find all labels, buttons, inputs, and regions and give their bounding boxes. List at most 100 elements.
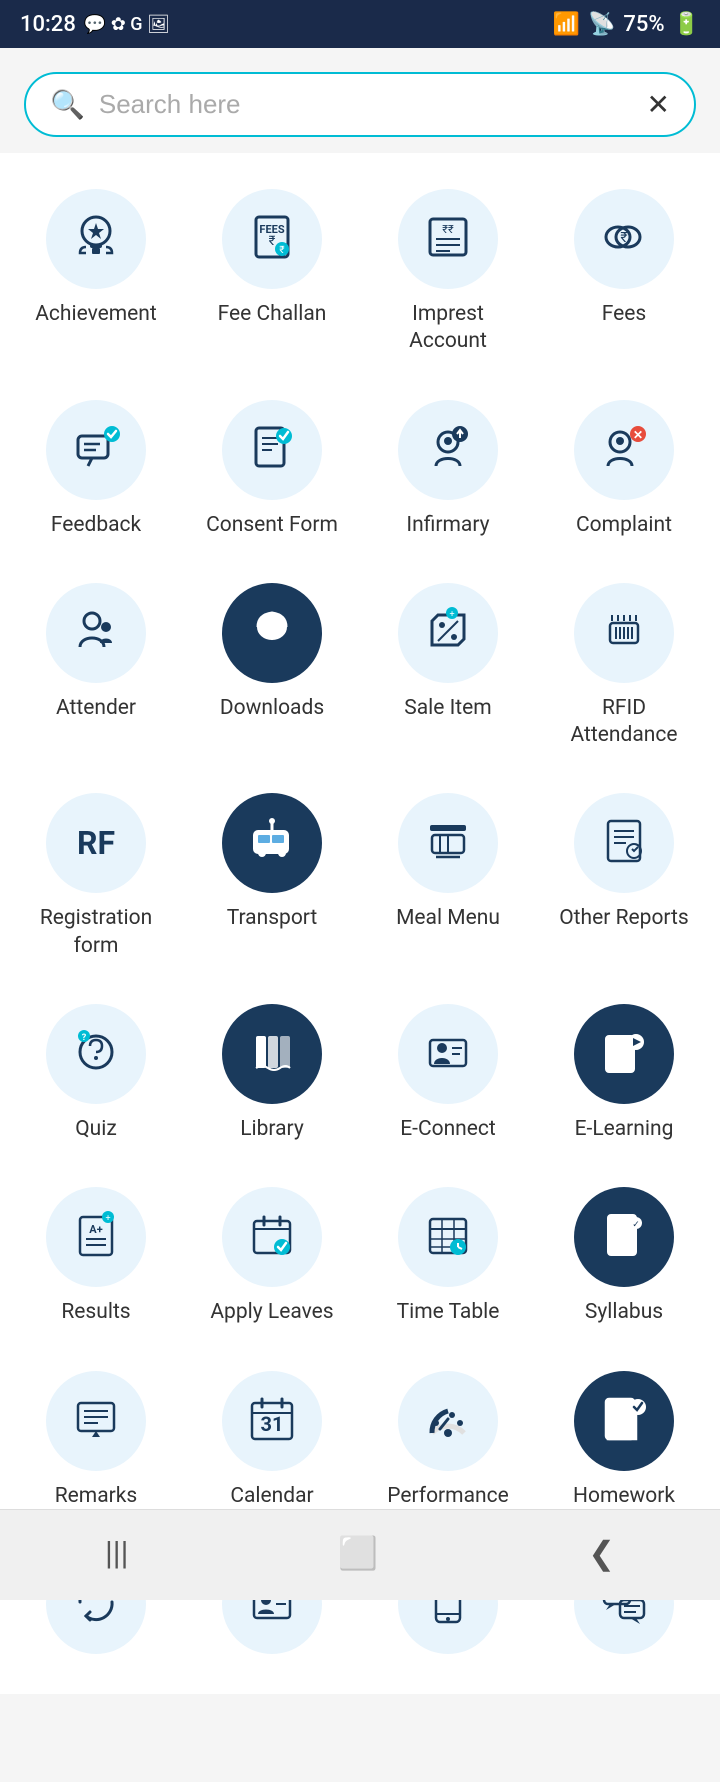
grid-item-transport[interactable]: Transport (184, 773, 360, 984)
time-table-label: Time Table (397, 1299, 500, 1326)
grid-item-e-connect[interactable]: E-Connect (360, 984, 536, 1167)
time-table-icon-circle (398, 1187, 498, 1287)
syllabus-icon-circle: ✓ (574, 1187, 674, 1287)
svg-text:+: + (105, 1214, 110, 1224)
grid-item-complaint[interactable]: ✕ Complaint (536, 380, 712, 563)
library-icon-circle (222, 1004, 322, 1104)
svg-text:₹: ₹ (279, 245, 284, 256)
imprest-account-label: ImprestAccount (409, 301, 487, 356)
complaint-label: Complaint (576, 512, 672, 539)
meal-menu-icon-circle (398, 793, 498, 893)
rfid-attendance-icon (598, 605, 650, 661)
wifi-icon: 📶 (553, 12, 580, 37)
downloads-icon-circle (222, 583, 322, 683)
quiz-icon-circle: ? (46, 1004, 146, 1104)
grid-item-downloads[interactable]: Downloads (184, 563, 360, 774)
achievement-icon-circle (46, 189, 146, 289)
fees-label: Fees (602, 301, 647, 328)
svg-text:+: + (449, 610, 454, 620)
downloads-label: Downloads (220, 695, 324, 722)
apply-leaves-icon (246, 1209, 298, 1265)
svg-text:₹: ₹ (269, 234, 276, 249)
registration-form-icon-circle: RF (46, 793, 146, 893)
results-label: Results (61, 1299, 130, 1326)
other-reports-label: Other Reports (559, 905, 689, 932)
nav-menu-button[interactable]: ||| (65, 1526, 168, 1580)
downloads-icon (246, 605, 298, 661)
grid-item-results[interactable]: A+ + Results (8, 1167, 184, 1350)
other-reports-icon-circle (574, 793, 674, 893)
grid-item-infirmary[interactable]: Infirmary (360, 380, 536, 563)
status-right: 📶 📡 75% 🔋 (553, 12, 700, 37)
registration-form-label: Registrationform (40, 905, 152, 960)
attender-icon (70, 605, 122, 661)
grid-item-sale-item[interactable]: + Sale Item (360, 563, 536, 774)
grid-item-apply-leaves[interactable]: Apply Leaves (184, 1167, 360, 1350)
grid-item-registration-form[interactable]: RF Registrationform (8, 773, 184, 984)
consent-form-icon-circle (222, 400, 322, 500)
grid-item-fee-challan[interactable]: FEES ₹ ₹ Fee Challan (184, 169, 360, 380)
grid-item-performance[interactable]: Performance (360, 1351, 536, 1534)
performance-label: Performance (387, 1483, 508, 1510)
svg-text:A+: A+ (89, 1223, 102, 1236)
grid-item-remarks[interactable]: Remarks (8, 1351, 184, 1534)
achievement-icon (70, 211, 122, 267)
grid-item-calendar[interactable]: 31 Calendar (184, 1351, 360, 1534)
grid-item-attender[interactable]: Attender (8, 563, 184, 774)
grid-item-fees[interactable]: ₹ Fees (536, 169, 712, 380)
performance-icon-circle (398, 1371, 498, 1471)
menu-grid: Achievement FEES ₹ ₹ Fee Challan ₹₹ Impr… (0, 153, 720, 1694)
nav-back-button[interactable]: ❮ (548, 1526, 655, 1580)
grid-item-consent-form[interactable]: Consent Form (184, 380, 360, 563)
apply-leaves-label: Apply Leaves (210, 1299, 333, 1326)
grid-item-rfid-attendance[interactable]: RFIDAttendance (536, 563, 712, 774)
battery: 75% (623, 12, 664, 37)
calendar-icon-circle: 31 (222, 1371, 322, 1471)
grid-item-homework[interactable]: Homework (536, 1351, 712, 1534)
transport-label: Transport (227, 905, 318, 932)
fee-challan-label: Fee Challan (218, 301, 327, 328)
search-bar: 🔍 ✕ (24, 72, 696, 137)
e-connect-icon (422, 1026, 474, 1082)
grid-item-e-learning[interactable]: E-Learning (536, 984, 712, 1167)
consent-form-icon (246, 422, 298, 478)
grid-item-quiz[interactable]: ? Quiz (8, 984, 184, 1167)
calendar-label: Calendar (230, 1483, 313, 1510)
fees-icon: ₹ (598, 211, 650, 267)
sale-item-label: Sale Item (404, 695, 491, 722)
rfid-attendance-label: RFIDAttendance (571, 695, 678, 750)
grid-item-time-table[interactable]: Time Table (360, 1167, 536, 1350)
search-icon: 🔍 (50, 88, 85, 121)
grid-item-feedback[interactable]: Feedback (8, 380, 184, 563)
other-reports-icon (598, 815, 650, 871)
feedback-icon (70, 422, 122, 478)
consent-form-label: Consent Form (206, 512, 338, 539)
performance-icon (422, 1393, 474, 1449)
infirmary-icon (422, 422, 474, 478)
e-learning-icon (598, 1026, 650, 1082)
bottom-nav: ||| ⬜ ❮ (0, 1509, 720, 1600)
grid-item-meal-menu[interactable]: Meal Menu (360, 773, 536, 984)
achievement-label: Achievement (35, 301, 157, 328)
search-input[interactable] (99, 89, 633, 120)
quiz-icon: ? (70, 1026, 122, 1082)
grid-item-syllabus[interactable]: ✓ Syllabus (536, 1167, 712, 1350)
meal-menu-icon (422, 815, 474, 871)
svg-text:31: 31 (261, 1412, 284, 1436)
fee-challan-icon-circle: FEES ₹ ₹ (222, 189, 322, 289)
remarks-icon-circle (46, 1371, 146, 1471)
clear-icon[interactable]: ✕ (647, 88, 670, 121)
apply-leaves-icon-circle (222, 1187, 322, 1287)
e-learning-label: E-Learning (575, 1116, 674, 1143)
syllabus-icon: ✓ (598, 1209, 650, 1265)
notification-icons: 💬 ✿ G 🖼 (84, 14, 170, 35)
grid-item-other-reports[interactable]: Other Reports (536, 773, 712, 984)
sale-item-icon: + (422, 605, 474, 661)
e-connect-icon-circle (398, 1004, 498, 1104)
grid-item-imprest-account[interactable]: ₹₹ ImprestAccount (360, 169, 536, 380)
meal-menu-label: Meal Menu (396, 905, 500, 932)
library-icon (246, 1026, 298, 1082)
nav-home-button[interactable]: ⬜ (298, 1526, 418, 1580)
grid-item-achievement[interactable]: Achievement (8, 169, 184, 380)
grid-item-library[interactable]: Library (184, 984, 360, 1167)
